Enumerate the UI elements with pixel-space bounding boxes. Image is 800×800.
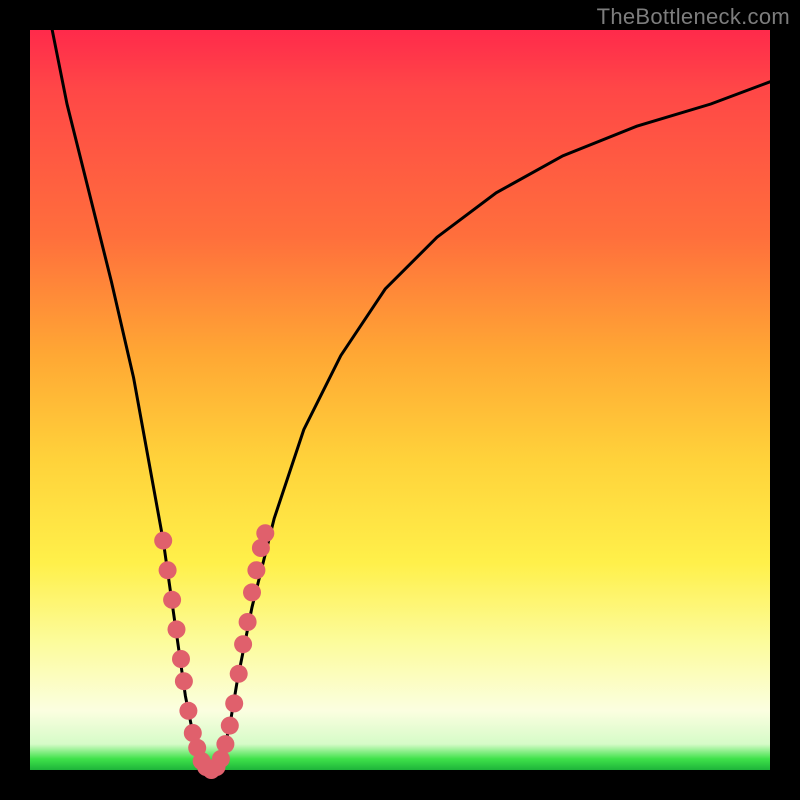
marker-dot (230, 665, 248, 683)
marker-dot (216, 735, 234, 753)
bottleneck-curve-path (52, 30, 770, 770)
marker-dot (154, 532, 172, 550)
marker-dot (179, 702, 197, 720)
watermark-text: TheBottleneck.com (597, 4, 790, 30)
marker-group (154, 524, 274, 779)
plot-area (30, 30, 770, 770)
marker-dot (234, 635, 252, 653)
marker-dot (159, 561, 177, 579)
chart-frame: TheBottleneck.com (0, 0, 800, 800)
marker-dot (256, 524, 274, 542)
chart-svg (30, 30, 770, 770)
marker-dot (239, 613, 257, 631)
marker-dot (168, 620, 186, 638)
marker-dot (172, 650, 190, 668)
marker-dot (175, 672, 193, 690)
marker-dot (243, 583, 261, 601)
marker-dot (163, 591, 181, 609)
marker-dot (247, 561, 265, 579)
marker-dot (221, 717, 239, 735)
marker-dot (225, 694, 243, 712)
